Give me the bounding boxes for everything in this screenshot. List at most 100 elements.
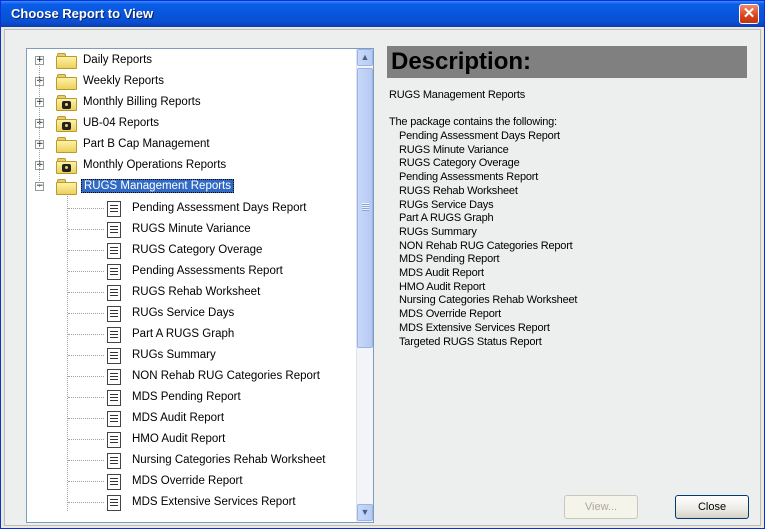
tree-report-item[interactable]: HMO Audit Report — [27, 429, 357, 450]
open-folder-icon — [56, 179, 77, 195]
report-document-icon — [107, 348, 121, 364]
report-document-icon — [107, 285, 121, 301]
tree-connector — [68, 292, 104, 293]
tree-folder-label[interactable]: UB-04 Reports — [83, 117, 159, 129]
tree-folder-label[interactable]: Part B Cap Management — [83, 138, 210, 150]
close-button-label: Close — [697, 501, 727, 513]
view-button[interactable]: View... — [564, 495, 638, 519]
tree-report-item[interactable]: RUGS Category Overage — [27, 240, 357, 261]
tree-report-item[interactable]: RUGS Rehab Worksheet — [27, 282, 357, 303]
report-document-icon — [107, 327, 121, 343]
tree-report-item[interactable]: RUGs Service Days — [27, 303, 357, 324]
tree-connector — [68, 439, 104, 440]
tree-connector — [68, 481, 104, 482]
tree-report-item[interactable]: Pending Assessment Days Report — [27, 198, 357, 219]
tree-report-label[interactable]: RUGS Minute Variance — [132, 223, 251, 235]
tree-scrollbar[interactable]: ▲ ▼ — [356, 49, 373, 522]
tree-report-item[interactable]: MDS Extensive Services Report — [27, 492, 357, 513]
description-item: MDS Extensive Services Report — [399, 321, 550, 334]
close-window-icon[interactable]: ✕ — [739, 4, 759, 24]
tree-report-item[interactable]: RUGS Minute Variance — [27, 219, 357, 240]
tree-folder-label[interactable]: Monthly Billing Reports — [83, 96, 201, 108]
report-document-icon — [107, 453, 121, 469]
scroll-grip-icon — [362, 203, 369, 211]
locked-folder-icon — [56, 116, 77, 132]
tree-connector — [68, 502, 104, 503]
tree-report-label[interactable]: MDS Extensive Services Report — [132, 496, 296, 508]
description-item: RUGS Rehab Worksheet — [399, 184, 518, 197]
description-item: Nursing Categories Rehab Worksheet — [399, 294, 578, 307]
scroll-up-icon[interactable]: ▲ — [357, 49, 373, 66]
report-document-icon — [107, 264, 121, 280]
report-document-icon — [107, 411, 121, 427]
tree-report-label[interactable]: MDS Audit Report — [132, 412, 224, 424]
tree-report-label[interactable]: RUGS Rehab Worksheet — [132, 286, 260, 298]
tree-connector — [68, 355, 104, 356]
tree-report-item[interactable]: RUGs Summary — [27, 345, 357, 366]
report-document-icon — [107, 390, 121, 406]
tree-connector — [68, 334, 104, 335]
title-bar[interactable]: Choose Report to View ✕ — [1, 1, 764, 27]
tree-folder-item[interactable]: + Monthly Operations Reports — [27, 156, 357, 177]
tree-folder-label[interactable]: Daily Reports — [83, 54, 152, 66]
description-item: MDS Pending Report — [399, 253, 500, 266]
description-intro: The package contains the following: — [389, 116, 557, 128]
tree-connector — [68, 460, 104, 461]
view-button-label: View... — [584, 501, 618, 513]
report-document-icon — [107, 369, 121, 385]
tree-report-item[interactable]: MDS Audit Report — [27, 408, 357, 429]
locked-folder-icon — [56, 158, 77, 174]
tree-report-item[interactable]: Pending Assessments Report — [27, 261, 357, 282]
tree-report-label[interactable]: RUGs Summary — [132, 349, 216, 361]
tree-folder-label[interactable]: Weekly Reports — [83, 75, 164, 87]
tree-report-label[interactable]: NON Rehab RUG Categories Report — [132, 370, 320, 382]
description-item: MDS Override Report — [399, 308, 501, 321]
tree-report-item[interactable]: Part A RUGS Graph — [27, 324, 357, 345]
report-tree[interactable]: + Daily Reports + Weekly Reports + Monthly Bi… — [26, 48, 374, 523]
tree-connector — [39, 63, 40, 187]
report-document-icon — [107, 495, 121, 511]
description-item: Part A RUGS Graph — [399, 212, 494, 225]
tree-folder-item[interactable]: + Monthly Billing Reports — [27, 93, 357, 114]
description-item: Pending Assessment Days Report — [399, 130, 560, 142]
tree-folder-label[interactable]: Monthly Operations Reports — [83, 159, 226, 171]
tree-folder-item[interactable]: + Daily Reports — [27, 51, 357, 72]
tree-report-item[interactable]: MDS Override Report — [27, 471, 357, 492]
description-item: RUGS Minute Variance — [399, 143, 509, 156]
tree-folder-item[interactable]: + Weekly Reports — [27, 72, 357, 93]
close-button[interactable]: Close — [675, 495, 749, 519]
tree-report-label[interactable]: Pending Assessment Days Report — [132, 202, 307, 214]
tree-report-item[interactable]: NON Rehab RUG Categories Report — [27, 366, 357, 387]
description-item: MDS Audit Report — [399, 267, 484, 279]
tree-folder-item[interactable]: + UB-04 Reports — [27, 114, 357, 135]
description-item: RUGS Category Overage — [399, 157, 520, 170]
description-item: RUGs Service Days — [399, 198, 494, 211]
folder-icon — [56, 137, 77, 153]
tree-report-label[interactable]: Part A RUGS Graph — [132, 328, 234, 340]
tree-connector — [68, 376, 104, 377]
tree-connector — [68, 208, 104, 209]
report-document-icon — [107, 201, 121, 217]
tree-connector — [68, 271, 104, 272]
folder-icon — [56, 74, 77, 90]
tree-report-item[interactable]: Nursing Categories Rehab Worksheet — [27, 450, 357, 471]
tree-connector — [68, 313, 104, 314]
tree-report-label[interactable]: HMO Audit Report — [132, 433, 225, 445]
tree-report-item[interactable]: MDS Pending Report — [27, 387, 357, 408]
report-document-icon — [107, 243, 121, 259]
scroll-thumb[interactable] — [357, 68, 373, 348]
tree-report-label[interactable]: Pending Assessments Report — [132, 265, 283, 277]
tree-report-label[interactable]: Nursing Categories Rehab Worksheet — [132, 454, 325, 466]
tree-report-label[interactable]: RUGs Service Days — [132, 307, 234, 319]
tree-report-label[interactable]: MDS Pending Report — [132, 391, 241, 403]
tree-folder-label[interactable]: RUGS Management Reports — [81, 179, 235, 193]
tree-folder-item[interactable]: + Part B Cap Management — [27, 135, 357, 156]
tree-report-label[interactable]: RUGS Category Overage — [132, 244, 262, 256]
tree-folder-item[interactable]: − RUGS Management Reports — [27, 177, 357, 198]
report-chooser-dialog: Choose Report to View ✕ + Daily Reports + W… — [0, 0, 765, 529]
description-header: Description: — [387, 46, 747, 78]
tree-connector — [68, 229, 104, 230]
tree-content: + Daily Reports + Weekly Reports + Monthly Bi… — [27, 49, 357, 522]
scroll-down-icon[interactable]: ▼ — [357, 504, 373, 521]
tree-report-label[interactable]: MDS Override Report — [132, 475, 243, 487]
